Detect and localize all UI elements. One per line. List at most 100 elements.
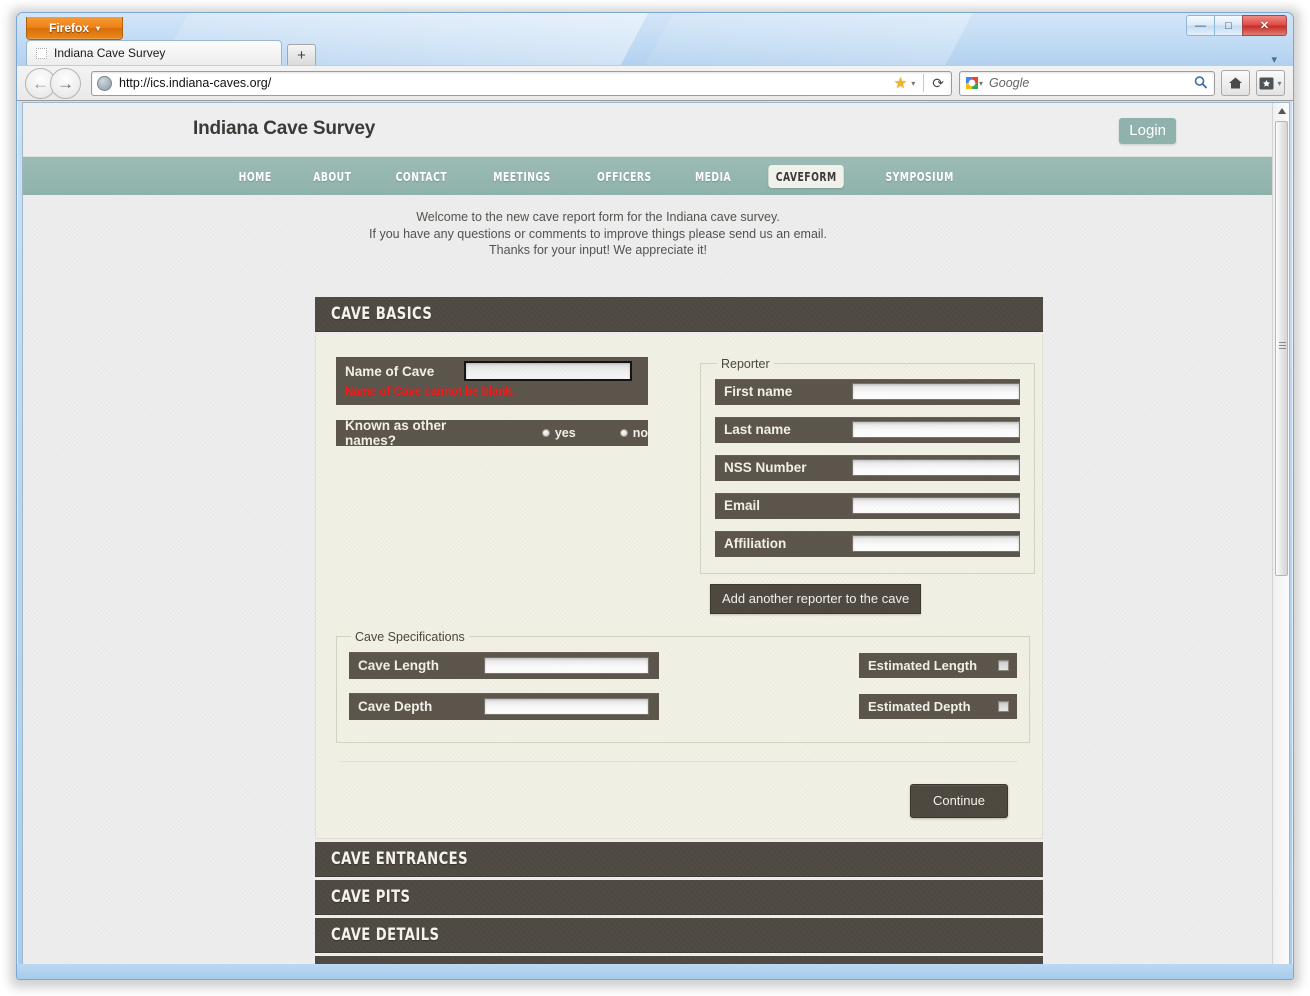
estimated-length-label: Estimated Length <box>868 657 978 673</box>
nav-item-media[interactable]: MEDIA <box>688 165 739 188</box>
scroll-up-button[interactable] <box>1273 103 1289 119</box>
cave-name-error-message: Name of Cave cannot be blank. <box>345 385 515 398</box>
home-icon <box>1229 77 1242 89</box>
cave-length-input[interactable] <box>484 656 649 674</box>
bookmarks-star-icon <box>1259 77 1274 89</box>
first-name-label: First name <box>724 384 793 400</box>
home-button[interactable] <box>1221 70 1250 96</box>
reporter-last-name-row: Last name <box>715 416 1020 443</box>
search-icon[interactable] <box>1191 72 1213 94</box>
cave-basics-left-column: Name of Cave Name of Cave cannot be blan… <box>336 356 648 448</box>
other-names-yes-option[interactable]: yes <box>541 425 576 440</box>
continue-button[interactable]: Continue <box>909 783 1008 818</box>
cave-name-input[interactable] <box>464 361 632 382</box>
maximize-icon: □ <box>1225 19 1232 32</box>
page-scrollbar[interactable] <box>1272 103 1289 975</box>
window-titlebar: Firefox ▾ — □ ✕ ▾ Indiana Cave Survey + <box>17 13 1293 133</box>
other-names-yes-label: yes <box>554 425 576 440</box>
nav-item-home[interactable]: HOME <box>231 165 279 188</box>
search-bar[interactable]: ▾ Google <box>959 70 1215 96</box>
address-bar-actions: ★ ▾ ⟳ <box>894 74 946 92</box>
bookmark-star-icon[interactable]: ★ <box>894 74 907 92</box>
welcome-line-2: If you have any questions or comments to… <box>369 226 827 241</box>
nav-item-meetings[interactable]: MEETINGS <box>486 165 558 188</box>
site-title: Indiana Cave Survey <box>193 118 376 139</box>
new-tab-button[interactable]: + <box>287 44 316 65</box>
cave-specifications-fieldset: Cave Specifications Cave Length Estimate… <box>336 629 1030 743</box>
page-viewport: Indiana Cave Survey Login HOME ABOUT CON… <box>22 102 1290 976</box>
other-names-label: Known as other names? <box>345 417 447 448</box>
cave-depth-input[interactable] <box>484 697 649 715</box>
continue-button-row: Continue <box>336 783 1022 818</box>
login-button[interactable]: Login <box>1119 118 1176 144</box>
maximize-button[interactable]: □ <box>1214 15 1243 36</box>
nav-item-contact[interactable]: CONTACT <box>388 165 454 188</box>
minimize-icon: — <box>1195 19 1206 32</box>
nss-number-input[interactable] <box>852 459 1020 477</box>
address-bar-url: http://ics.indiana-caves.org/ <box>119 76 272 90</box>
tab-favicon-icon <box>36 47 47 59</box>
firefox-menu-label: Firefox <box>48 21 89 35</box>
reporter-nss-number-row: NSS Number <box>715 454 1020 481</box>
browser-window: Firefox ▾ — □ ✕ ▾ Indiana Cave Survey + … <box>16 12 1294 980</box>
toolbar-divider <box>923 74 925 92</box>
accordion-header-cave-pits[interactable]: CAVE PITS <box>315 879 1043 915</box>
tab-title: Indiana Cave Survey <box>54 46 166 60</box>
affiliation-input[interactable] <box>852 535 1020 553</box>
welcome-line-1: Welcome to the new cave report form for … <box>416 210 780 224</box>
reload-icon[interactable]: ⟳ <box>932 75 944 92</box>
welcome-message: Welcome to the new cave report form for … <box>23 195 1273 269</box>
cave-depth-label: Cave Depth <box>358 698 433 714</box>
search-engine-chevron-icon[interactable]: ▾ <box>979 79 983 88</box>
affiliation-label: Affiliation <box>724 536 787 552</box>
scrollbar-grip-icon <box>1279 342 1286 349</box>
chevron-down-icon[interactable]: ▾ <box>911 79 915 88</box>
nav-item-about[interactable]: ABOUT <box>306 165 359 188</box>
first-name-input[interactable] <box>852 383 1020 401</box>
minimize-button[interactable]: — <box>1186 15 1215 36</box>
cave-form-accordion: CAVE BASICS Name of Cave Name of Cave ca <box>315 296 1043 975</box>
add-another-reporter-button[interactable]: Add another reporter to the cave <box>710 583 922 614</box>
forward-arrow-icon: → <box>57 73 74 93</box>
browser-toolbar: ← → http://ics.indiana-caves.org/ ★ ▾ ⟳ <box>17 65 1293 101</box>
cave-length-spec-row: Cave Length Estimated Length <box>349 651 1017 679</box>
address-bar[interactable]: http://ics.indiana-caves.org/ ★ ▾ ⟳ <box>91 70 952 96</box>
search-input-placeholder: Google <box>989 76 1030 90</box>
close-icon: ✕ <box>1259 20 1270 32</box>
cave-name-block: Name of Cave Name of Cave cannot be blan… <box>336 356 648 405</box>
cave-depth-row: Cave Depth <box>349 692 659 720</box>
estimated-length-row[interactable]: Estimated Length <box>859 652 1017 678</box>
accordion-header-cave-entrances[interactable]: CAVE ENTRANCES <box>315 841 1043 877</box>
accordion-header-cave-basics[interactable]: CAVE BASICS <box>315 296 1043 332</box>
chevron-down-icon[interactable]: ▾ <box>1277 79 1281 88</box>
nav-item-symposium[interactable]: SYMPOSIUM <box>878 165 961 188</box>
accordion-header-label: CAVE PITS <box>331 887 411 908</box>
close-button[interactable]: ✕ <box>1242 15 1287 36</box>
nav-item-caveform[interactable]: CAVEFORM <box>768 164 845 188</box>
window-bottom-edge <box>17 964 1293 979</box>
firefox-app-menu-button[interactable]: Firefox ▾ <box>26 17 123 40</box>
estimated-depth-row[interactable]: Estimated Depth <box>859 693 1017 719</box>
nav-item-officers[interactable]: OFFICERS <box>589 165 658 188</box>
window-controls: — □ ✕ <box>1186 15 1287 36</box>
scrollbar-thumb[interactable] <box>1275 121 1288 576</box>
web-page: Indiana Cave Survey Login HOME ABOUT CON… <box>23 103 1273 975</box>
cave-name-row: Name of Cave <box>336 356 648 386</box>
browser-tab[interactable]: Indiana Cave Survey <box>26 40 282 65</box>
chevron-down-icon: ▾ <box>96 23 101 33</box>
radio-icon-yes[interactable] <box>541 428 550 437</box>
reporter-legend: Reporter <box>721 356 770 371</box>
accordion-header-cave-details[interactable]: CAVE DETAILS <box>315 917 1043 953</box>
estimated-length-checkbox[interactable] <box>998 659 1009 671</box>
forward-button[interactable]: → <box>50 67 81 99</box>
estimated-depth-checkbox[interactable] <box>998 700 1009 712</box>
other-names-no-option[interactable]: no <box>619 426 648 440</box>
email-label: Email <box>724 498 761 514</box>
reporter-affiliation-row: Affiliation <box>715 530 1020 557</box>
last-name-input[interactable] <box>852 421 1020 439</box>
nss-number-label: NSS Number <box>724 460 807 476</box>
bookmarks-button[interactable]: ▾ <box>1256 70 1285 96</box>
radio-icon-no[interactable] <box>619 428 628 437</box>
email-input[interactable] <box>852 497 1020 515</box>
back-arrow-icon: ← <box>32 73 49 93</box>
